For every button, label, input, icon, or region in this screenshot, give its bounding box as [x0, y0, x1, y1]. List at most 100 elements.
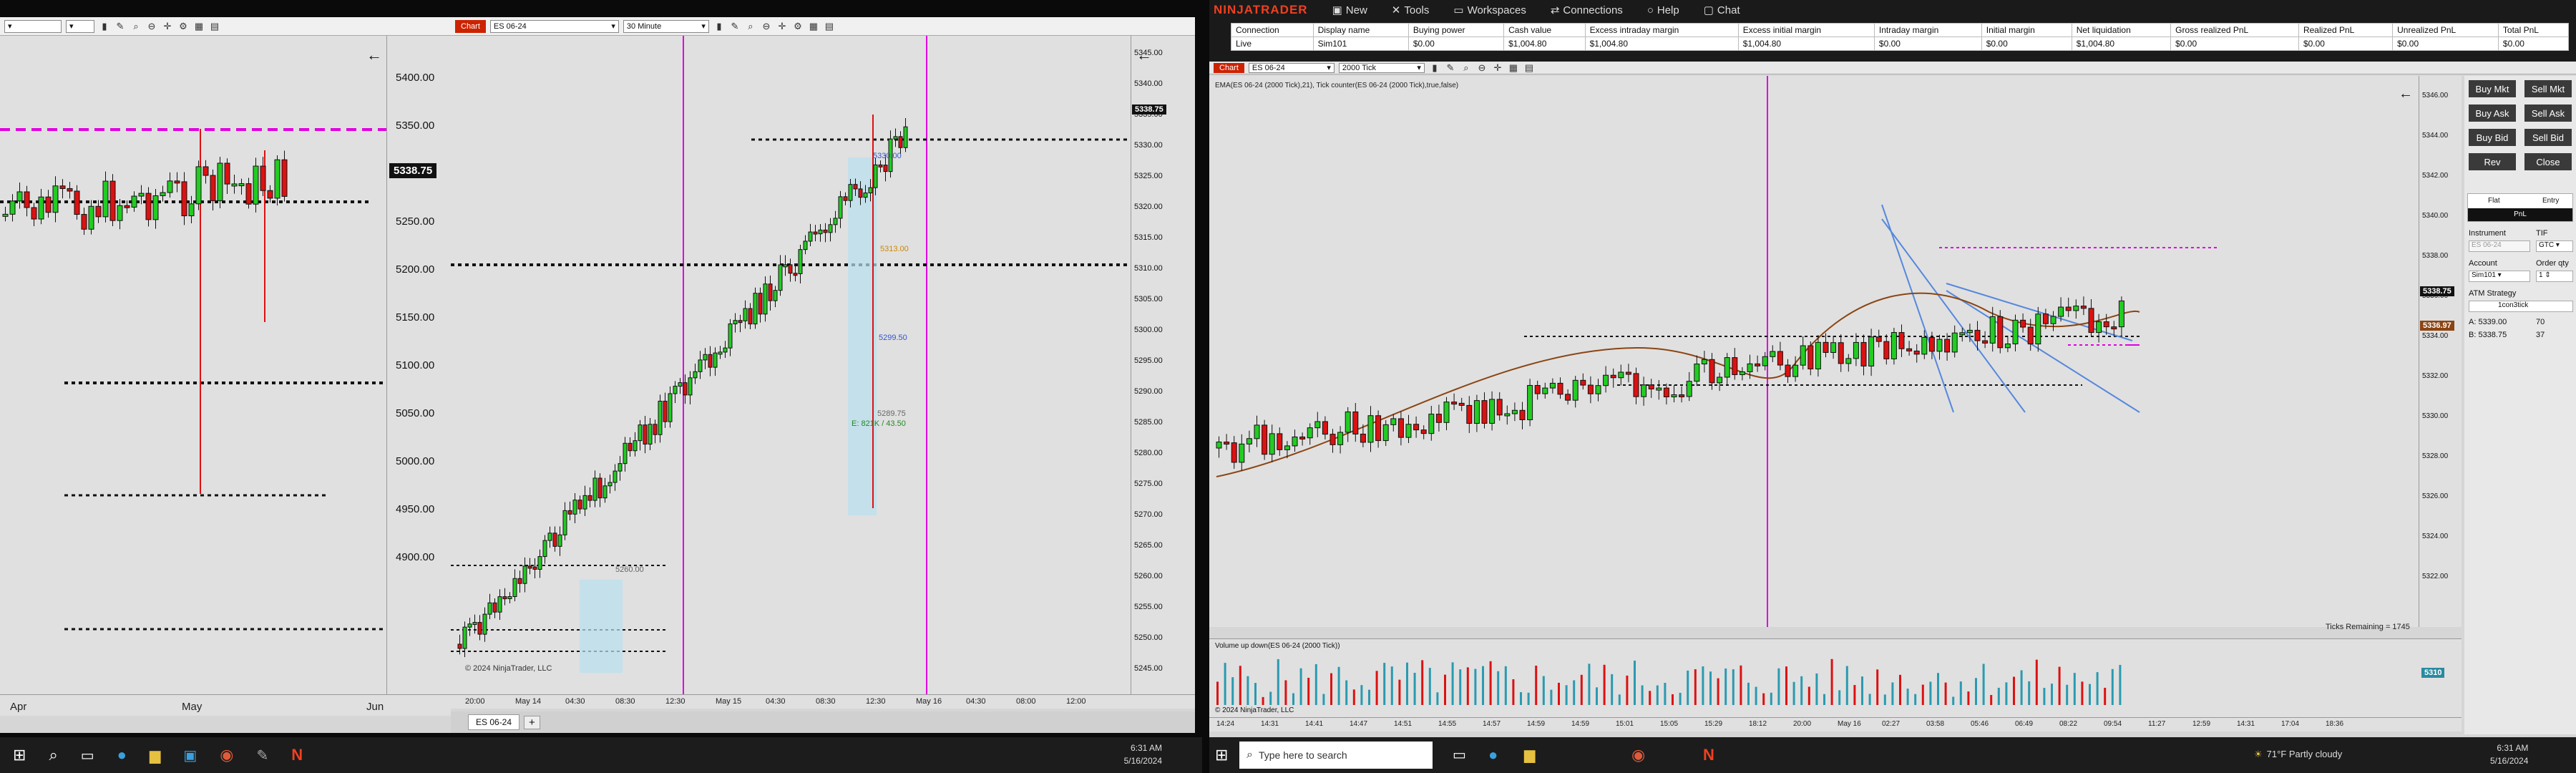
bar-chart-icon[interactable]: ▮	[713, 21, 725, 32]
ninjatrader-icon[interactable]: N	[291, 746, 303, 764]
column-header[interactable]: Intraday margin	[1873, 23, 1982, 37]
right-interval-select[interactable]: 2000 Tick ▾	[1338, 62, 1425, 73]
column-header[interactable]: Connection	[1231, 23, 1314, 37]
pencil-icon[interactable]: ✎	[729, 21, 741, 32]
column-header[interactable]: Total PnL	[2497, 23, 2570, 37]
right-instrument-select[interactable]: ES 06-24 ▾	[1248, 62, 1335, 73]
buy-ask-button[interactable]: Buy Ask	[2469, 104, 2516, 122]
crosshair-icon[interactable]: ✛	[776, 21, 788, 32]
zoom-out-icon[interactable]: ⊖	[761, 21, 772, 32]
edge-browser-icon[interactable]: ●	[1488, 746, 1498, 764]
atm-select[interactable]: 1con3tick	[2469, 301, 2573, 312]
candle	[1451, 402, 1458, 405]
back-arrow-icon[interactable]: ←	[366, 46, 382, 64]
file-explorer-icon[interactable]: ▆	[1524, 746, 1535, 764]
chart-tab[interactable]: ES 06-24	[468, 714, 520, 730]
strategy-icon[interactable]: ⚙	[177, 21, 189, 32]
templates-icon[interactable]: ▦	[193, 21, 205, 32]
weather-widget[interactable]: ☀ 71°F Partly cloudy	[2254, 749, 2342, 760]
templates-icon[interactable]: ▦	[808, 21, 819, 32]
zoom-out-icon[interactable]: ⊖	[146, 21, 157, 32]
buy-mkt-button[interactable]: Buy Mkt	[2469, 80, 2516, 97]
task-view-icon[interactable]: ▭	[81, 747, 94, 764]
ninjatrader-icon[interactable]: N	[1703, 746, 1714, 764]
chart-tab-label[interactable]: Chart	[455, 19, 486, 33]
column-header[interactable]: Buying power	[1407, 23, 1505, 37]
flat-label: Flat	[2488, 197, 2500, 205]
column-header[interactable]: Initial margin	[1981, 23, 2072, 37]
mid-instrument-select[interactable]: ES 06-24 ▾	[489, 19, 619, 33]
properties-icon[interactable]: ▤	[824, 21, 835, 32]
instrument-field[interactable]: ES 06-24	[2469, 240, 2530, 252]
task-view-icon[interactable]: ▭	[1453, 746, 1466, 764]
bar-chart-icon[interactable]: ▮	[1429, 62, 1440, 74]
add-tab-button[interactable]: +	[524, 715, 540, 729]
crosshair-icon[interactable]: ✛	[1492, 62, 1503, 74]
volume-bar	[1626, 675, 1629, 705]
properties-icon[interactable]: ▤	[209, 21, 220, 32]
column-header[interactable]: Excess intraday margin	[1584, 23, 1739, 37]
zoom-icon[interactable]: ⌕	[130, 21, 142, 32]
chrome-icon[interactable]: ◉	[1631, 746, 1645, 764]
zoom-icon[interactable]: ⌕	[745, 21, 756, 32]
right-clock[interactable]: 6:31 AM 5/16/2024	[2490, 742, 2528, 767]
close-button[interactable]: Close	[2524, 153, 2572, 170]
left-interval-select[interactable]: ▾	[66, 19, 94, 33]
bar-chart-icon[interactable]: ▮	[99, 21, 110, 32]
edge-browser-icon[interactable]: ●	[117, 746, 127, 764]
column-header[interactable]: Display name	[1312, 23, 1409, 37]
menu-tools[interactable]: ✕ Tools	[1392, 4, 1430, 17]
order-qty-stepper[interactable]: 1 ⇕	[2536, 271, 2573, 282]
volume-bar	[1224, 663, 1226, 705]
zoom-out-icon[interactable]: ⊖	[1476, 62, 1488, 74]
rev-button[interactable]: Rev	[2469, 153, 2516, 170]
volume-bar	[1474, 669, 1477, 705]
back-arrow-icon[interactable]: ←	[2399, 86, 2413, 102]
column-header[interactable]: Realized PnL	[2298, 23, 2394, 37]
mid-chart-plot	[451, 36, 1131, 694]
volume-bar	[1413, 673, 1416, 705]
properties-icon[interactable]: ▤	[1523, 62, 1535, 74]
back-arrow-icon[interactable]: ←	[1136, 46, 1152, 64]
menu-workspaces[interactable]: ▭ Workspaces	[1453, 4, 1526, 17]
zoom-icon[interactable]: ⌕	[1460, 62, 1472, 74]
search-icon[interactable]: ⌕	[49, 746, 57, 764]
candle	[81, 214, 87, 230]
menu-chat[interactable]: ▢ Chat	[1704, 4, 1740, 17]
mid-interval-select[interactable]: 30 Minute ▾	[623, 19, 709, 33]
left-instrument-select[interactable]: ▾	[4, 19, 62, 33]
menu-connections[interactable]: ⇄ Connections	[1551, 4, 1623, 17]
column-header[interactable]: Excess initial margin	[1737, 23, 1875, 37]
pencil-icon[interactable]: ✎	[1445, 62, 1456, 74]
column-header[interactable]: Gross realized PnL	[2170, 23, 2299, 37]
x-label: 18:12	[1749, 720, 1767, 728]
pencil-icon[interactable]: ✎	[114, 21, 126, 32]
strategy-icon[interactable]: ⚙	[792, 21, 804, 32]
crosshair-icon[interactable]: ✛	[162, 21, 173, 32]
file-explorer-icon[interactable]: ▆	[150, 747, 160, 764]
chrome-icon[interactable]: ◉	[220, 746, 233, 764]
candle	[52, 185, 59, 213]
right-chart-tab-label[interactable]: Chart	[1214, 62, 1244, 73]
tif-select[interactable]: GTC ▾	[2536, 240, 2573, 252]
column-header[interactable]: Cash value	[1503, 23, 1586, 37]
app-icon[interactable]: ✎	[256, 747, 268, 764]
sell-ask-button[interactable]: Sell Ask	[2524, 104, 2572, 122]
menu-new[interactable]: ▣ New	[1332, 4, 1367, 17]
sell-bid-button[interactable]: Sell Bid	[2524, 129, 2572, 146]
menu-help[interactable]: ○ Help	[1647, 4, 1679, 16]
column-header[interactable]: Net liquidation	[2071, 23, 2172, 37]
store-icon[interactable]: ▣	[183, 747, 197, 764]
sell-mkt-button[interactable]: Sell Mkt	[2524, 80, 2572, 97]
taskbar-search[interactable]: ⌕ Type here to search	[1239, 742, 1433, 769]
accounts-row[interactable]: Live Sim101 $0.00 $1,004.80 $1,004.80 $1,004.…	[1231, 37, 2570, 51]
candle	[853, 184, 858, 190]
volume-bar	[1740, 665, 1742, 705]
column-header[interactable]: Unrealized PnL	[2392, 23, 2499, 37]
templates-icon[interactable]: ▦	[1508, 62, 1519, 74]
windows-start-icon[interactable]: ⊞	[13, 746, 26, 764]
account-select[interactable]: Sim101 ▾	[2469, 271, 2530, 282]
buy-bid-button[interactable]: Buy Bid	[2469, 129, 2516, 146]
windows-start-icon[interactable]: ⊞	[1215, 746, 1228, 764]
left-clock[interactable]: 6:31 AM 5/16/2024	[1124, 742, 1162, 767]
